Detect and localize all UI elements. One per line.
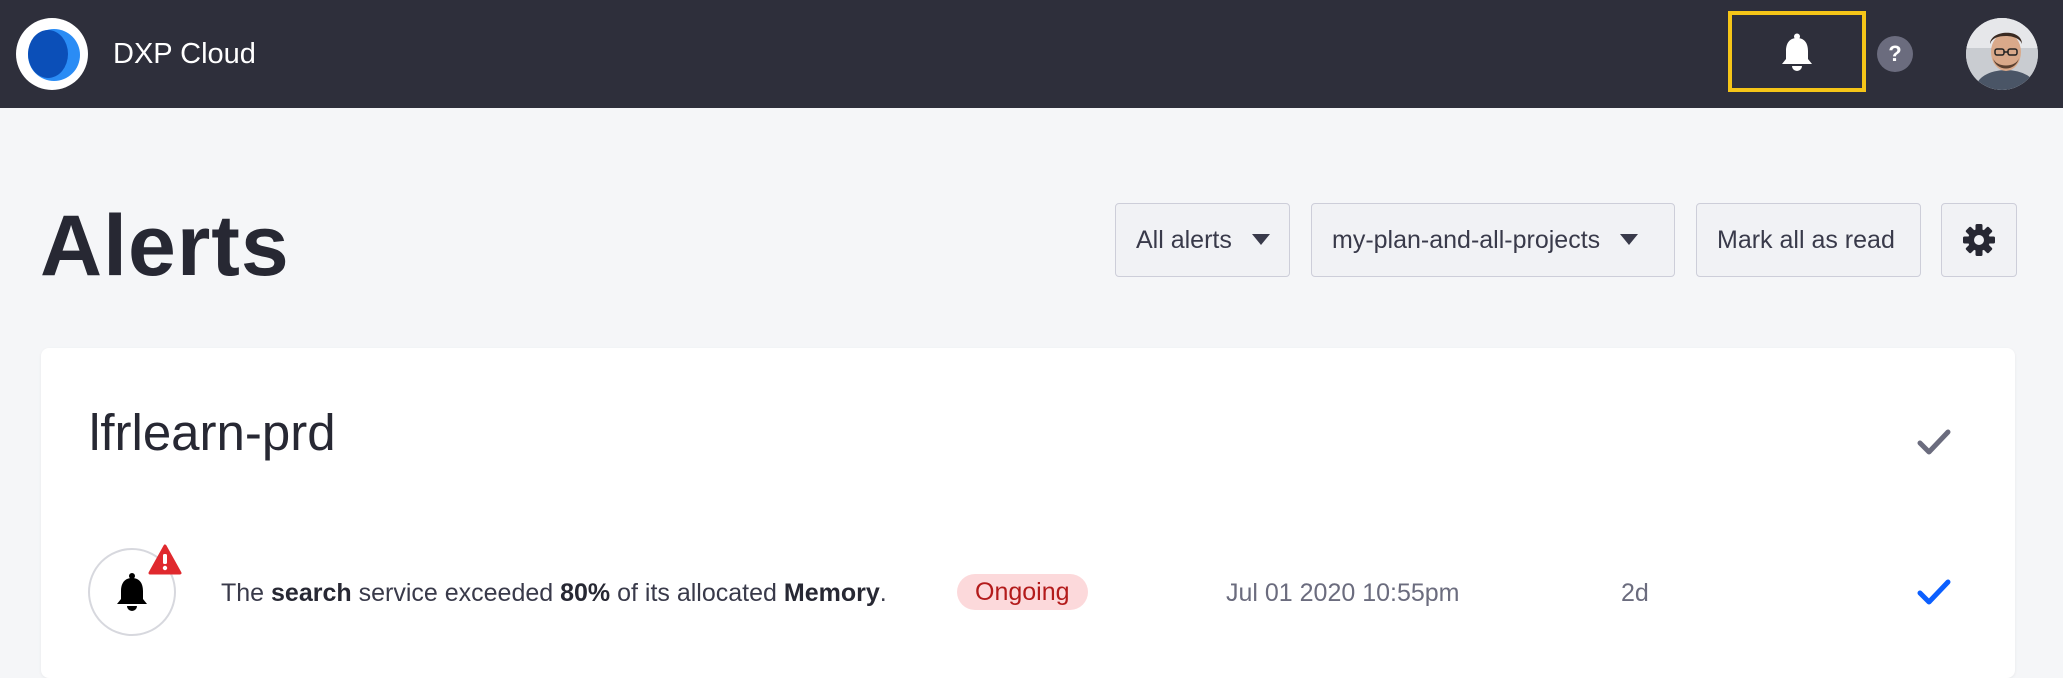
check-icon (1917, 579, 1951, 605)
scope-dropdown[interactable]: my-plan-and-all-projects (1311, 203, 1675, 277)
dxp-cloud-logo[interactable] (16, 18, 88, 90)
alert-text-middle: service exceeded (351, 579, 561, 607)
project-alerts-card: lfrlearn-prd The search service exceeded… (41, 348, 2015, 678)
alert-filter-label: All alerts (1136, 226, 1232, 254)
alert-timestamp: Jul 01 2020 10:55pm (1226, 579, 1460, 607)
app-title[interactable]: DXP Cloud (113, 36, 256, 72)
gear-icon (1963, 224, 1995, 256)
top-navbar: DXP Cloud ? (0, 0, 2063, 108)
check-icon (1917, 429, 1951, 455)
alert-message: The search service exceeded 80% of its a… (221, 576, 887, 610)
status-badge: Ongoing (957, 574, 1088, 610)
mark-all-read-button[interactable]: Mark all as read (1696, 203, 1921, 277)
page-title: Alerts (40, 198, 290, 294)
alert-threshold: 80% (560, 579, 611, 607)
avatar-image (1966, 18, 2038, 90)
scope-label: my-plan-and-all-projects (1332, 226, 1601, 254)
alert-text-prefix: The (221, 579, 272, 607)
alert-service-name: search (271, 579, 352, 607)
caret-down-icon (1251, 233, 1270, 245)
settings-button[interactable] (1941, 203, 2017, 277)
user-avatar[interactable] (1966, 18, 2038, 90)
bell-icon (1782, 33, 1812, 71)
logo-icon (18, 20, 86, 88)
alert-row[interactable]: The search service exceeded 80% of its a… (41, 544, 2015, 638)
alert-age: 2d (1621, 579, 1649, 607)
alert-filter-dropdown[interactable]: All alerts (1115, 203, 1290, 277)
alert-text-middle2: of its allocated (610, 579, 784, 607)
alert-text-suffix: . (879, 579, 887, 607)
alert-icon (88, 544, 182, 636)
warning-icon (148, 544, 182, 575)
caret-down-icon (1620, 233, 1639, 245)
help-button[interactable]: ? (1877, 36, 1913, 72)
bell-icon (117, 573, 147, 611)
alert-resource: Memory (783, 579, 880, 607)
notifications-button[interactable] (1728, 11, 1866, 92)
mark-alert-read-button[interactable] (1917, 578, 1951, 611)
project-name: lfrlearn-prd (89, 404, 336, 461)
mark-project-read-button[interactable] (1917, 428, 1951, 461)
mark-all-read-label: Mark all as read (1717, 226, 1895, 254)
help-icon: ? (1888, 41, 1902, 66)
